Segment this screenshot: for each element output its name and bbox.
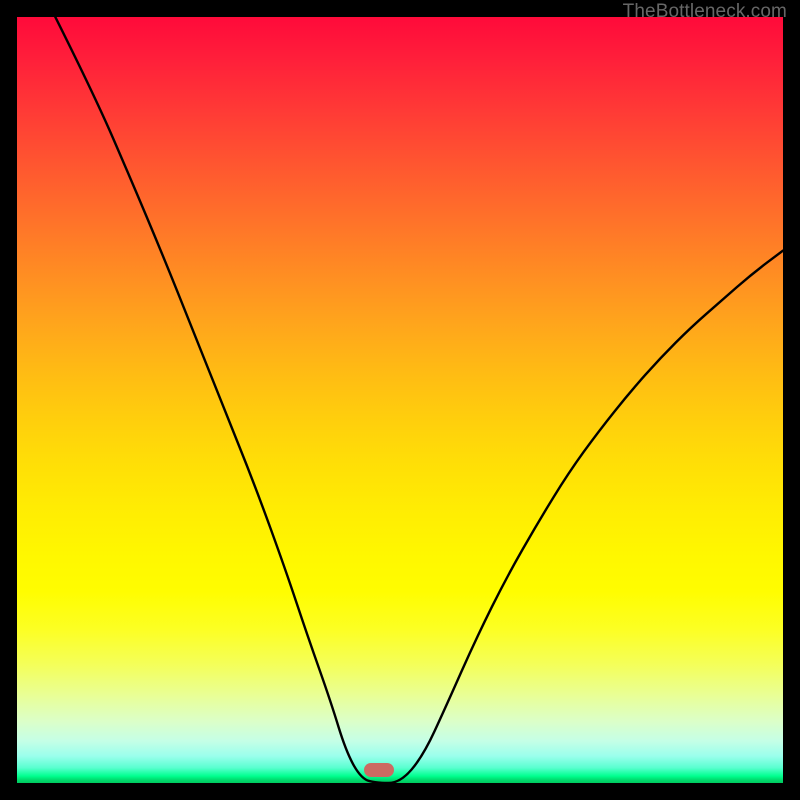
watermark-text: TheBottleneck.com [623, 1, 787, 23]
bottleneck-curve [17, 17, 783, 783]
plot-area [17, 17, 783, 783]
chart-frame: TheBottleneck.com [0, 0, 800, 800]
optimal-marker [364, 763, 394, 777]
